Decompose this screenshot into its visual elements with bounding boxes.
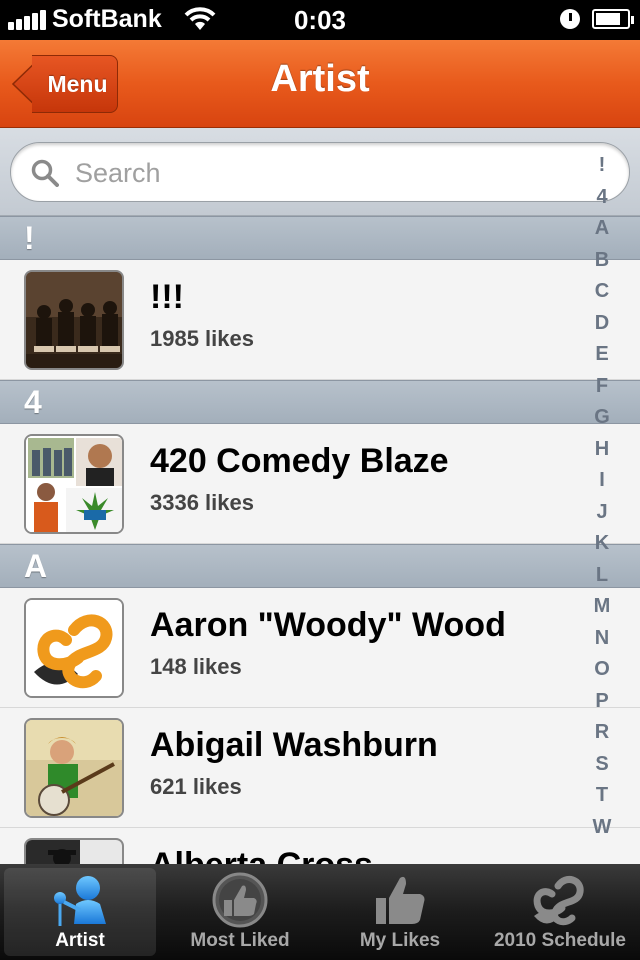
artist-name: !!! xyxy=(150,278,184,316)
index-item[interactable]: N xyxy=(588,623,616,655)
index-item[interactable]: H xyxy=(588,434,616,466)
section-header-a: A xyxy=(0,544,640,588)
index-item[interactable]: B xyxy=(588,245,616,277)
artist-name: Alberta Cross xyxy=(150,846,373,864)
section-index[interactable]: ! 4 A B C D E F G H I J K L M N O P R S … xyxy=(588,150,616,843)
thumbs-up-circle-icon xyxy=(212,872,268,928)
artist-thumbnail xyxy=(24,838,124,864)
index-item[interactable]: T xyxy=(588,780,616,812)
index-item[interactable]: F xyxy=(588,371,616,403)
index-item[interactable]: S xyxy=(588,749,616,781)
tab-my-likes[interactable]: My Likes xyxy=(324,868,476,956)
list-item[interactable]: Abigail Washburn 621 likes xyxy=(0,708,640,828)
index-item[interactable]: A xyxy=(588,213,616,245)
index-item[interactable]: M xyxy=(588,591,616,623)
alarm-clock-icon xyxy=(560,9,580,29)
microphone-person-icon xyxy=(54,876,106,926)
list-item[interactable]: 420 Comedy Blaze 3336 likes xyxy=(0,424,640,544)
likes-count: 148 likes xyxy=(150,654,242,679)
artist-thumbnail xyxy=(24,270,124,370)
index-item[interactable]: P xyxy=(588,686,616,718)
artist-name: Aaron "Woody" Wood xyxy=(150,606,506,644)
section-header-4: 4 xyxy=(0,380,640,424)
artist-thumbnail xyxy=(24,598,124,698)
tab-label: Most Liked xyxy=(190,930,290,951)
artist-list[interactable]: ! !!! 1985 likes 4 420 Comedy Blaze 3336… xyxy=(0,216,640,864)
battery-icon xyxy=(592,9,634,29)
likes-count: 3336 likes xyxy=(150,490,254,515)
likes-count: 1985 likes xyxy=(150,326,254,351)
navigation-bar: Menu Artist xyxy=(0,40,640,128)
index-item[interactable]: O xyxy=(588,654,616,686)
tab-artist[interactable]: Artist xyxy=(4,868,156,956)
section-header-exclamation: ! xyxy=(0,216,640,260)
list-item[interactable]: Alberta Cross xyxy=(0,828,640,864)
list-item[interactable]: Aaron "Woody" Wood 148 likes xyxy=(0,588,640,708)
index-item[interactable]: E xyxy=(588,339,616,371)
artist-thumbnail xyxy=(24,718,124,818)
search-icon xyxy=(31,159,59,187)
page-title: Artist xyxy=(270,58,370,100)
index-item[interactable]: I xyxy=(588,465,616,497)
tab-label: Artist xyxy=(55,930,105,951)
tab-label: My Likes xyxy=(359,930,441,951)
index-item[interactable]: L xyxy=(588,560,616,592)
festival-logo-icon xyxy=(26,600,122,696)
status-bar: SoftBank 0:03 xyxy=(0,0,640,40)
search-field-container[interactable] xyxy=(10,142,630,202)
index-item[interactable]: ! xyxy=(588,150,616,182)
index-item[interactable]: R xyxy=(588,717,616,749)
thumbs-up-icon xyxy=(376,876,425,924)
index-item[interactable]: 4 xyxy=(588,182,616,214)
index-item[interactable]: D xyxy=(588,308,616,340)
index-item[interactable]: G xyxy=(588,402,616,434)
likes-count: 621 likes xyxy=(150,774,242,799)
tab-bar: Artist Most Liked My Likes 2010 Schedule xyxy=(0,864,640,960)
list-item[interactable]: !!! 1985 likes xyxy=(0,260,640,380)
index-item[interactable]: K xyxy=(588,528,616,560)
artist-name: Abigail Washburn xyxy=(150,726,438,764)
index-item[interactable]: J xyxy=(588,497,616,529)
tab-2010-schedule[interactable]: 2010 Schedule xyxy=(484,868,636,956)
index-item[interactable]: W xyxy=(588,812,616,844)
tab-label: 2010 Schedule xyxy=(493,930,627,951)
tab-most-liked[interactable]: Most Liked xyxy=(164,868,316,956)
index-item[interactable]: C xyxy=(588,276,616,308)
search-input[interactable] xyxy=(75,157,555,189)
status-time: 0:03 xyxy=(293,5,347,35)
festival-logo-icon xyxy=(533,875,584,926)
artist-name: 420 Comedy Blaze xyxy=(150,442,449,480)
search-bar xyxy=(0,128,640,216)
artist-thumbnail xyxy=(24,434,124,534)
